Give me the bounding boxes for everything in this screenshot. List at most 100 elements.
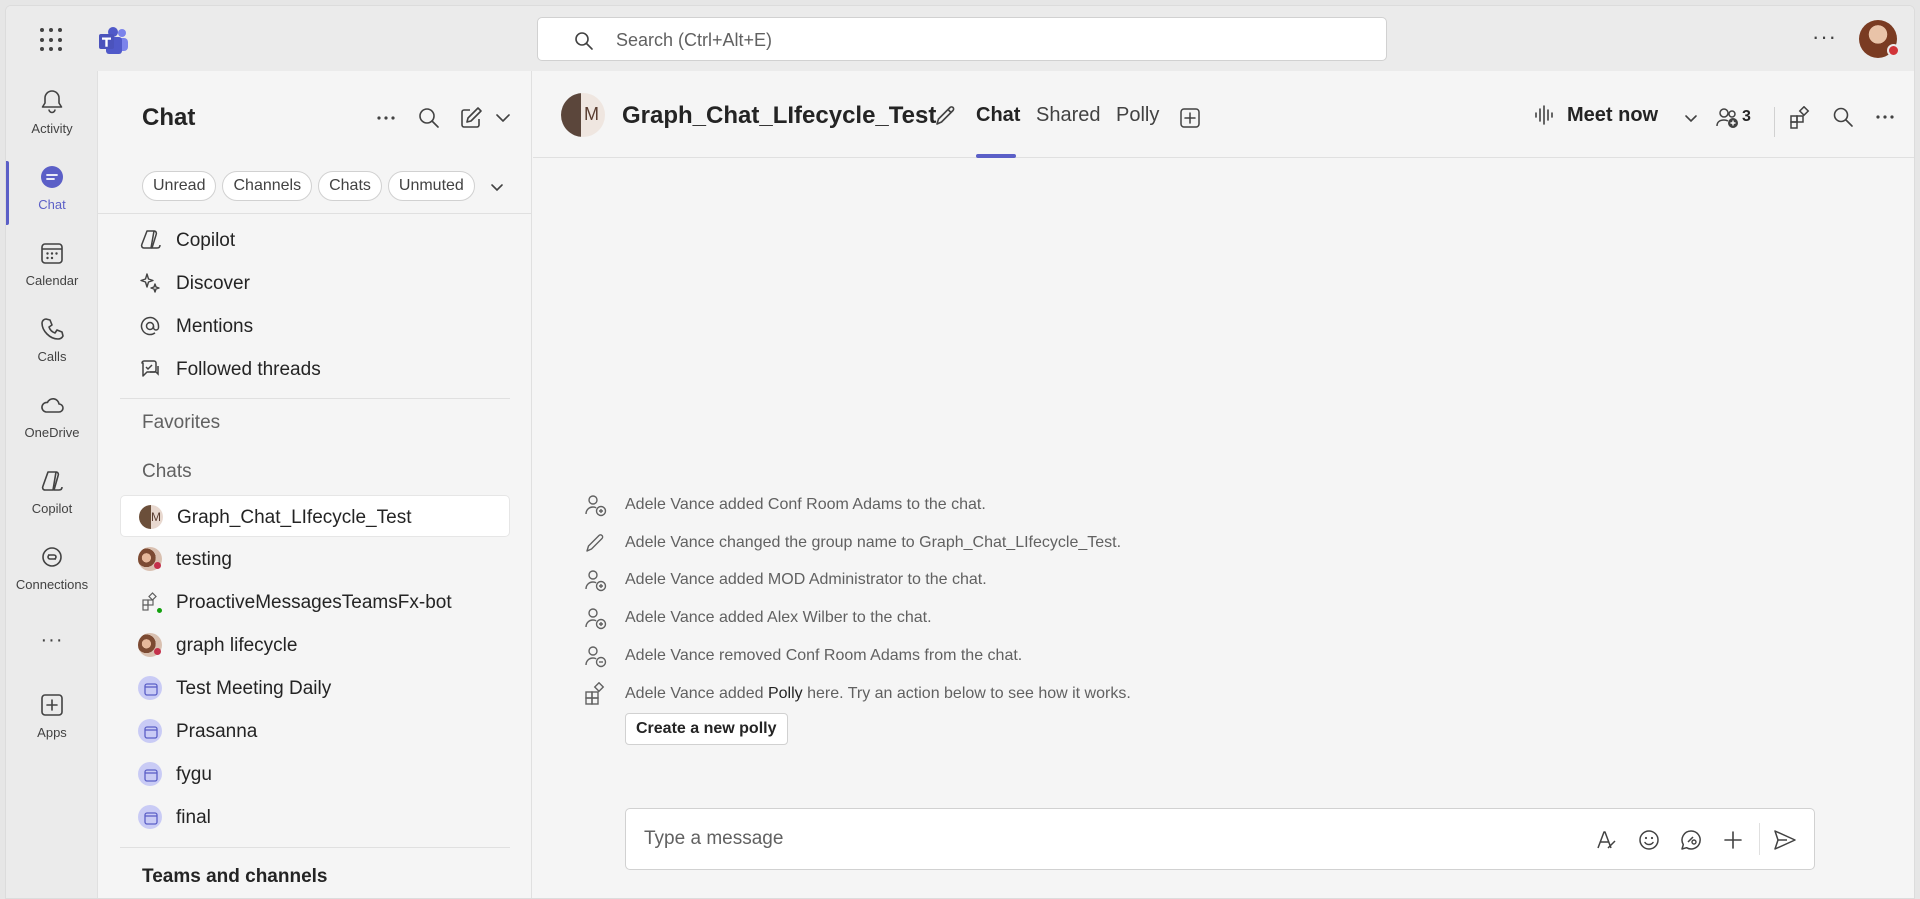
pinned-item-mentions[interactable]: Mentions xyxy=(120,305,510,347)
apps-icon[interactable] xyxy=(1788,106,1812,130)
add-icon[interactable] xyxy=(1721,828,1745,852)
chat-item-label: fygu xyxy=(176,764,212,785)
chat-item-graph-chat-lifecycle-test[interactable]: M Graph_Chat_LIfecycle_Test xyxy=(120,495,510,537)
pencil-icon[interactable] xyxy=(932,103,958,129)
meet-now-label: Meet now xyxy=(1567,103,1659,126)
rail-item-copilot[interactable]: Copilot xyxy=(6,467,98,537)
calendar-icon xyxy=(144,683,158,696)
chevron-down-icon[interactable] xyxy=(490,105,516,131)
polly-link[interactable]: Polly xyxy=(768,685,803,702)
cloud-icon xyxy=(41,398,64,413)
tab-shared[interactable]: Shared xyxy=(1036,104,1101,127)
pinned-item-label: Copilot xyxy=(176,230,236,251)
emoji-icon[interactable] xyxy=(1637,828,1661,852)
copilot-icon xyxy=(140,230,161,249)
event-text: Adele Vance added MOD Administrator to t… xyxy=(625,571,987,588)
chat-item-final[interactable]: final xyxy=(120,796,510,838)
teams-window: ··· Activity Chat Calendar Calls OneDriv… xyxy=(5,5,1915,899)
chat-list-title: Chat xyxy=(142,104,196,131)
search-icon[interactable] xyxy=(1832,106,1854,128)
loop-icon[interactable] xyxy=(1679,828,1703,852)
rail-label: Chat xyxy=(38,197,66,212)
active-tab-indicator xyxy=(976,154,1016,158)
chat-item-test-meeting-daily[interactable]: Test Meeting Daily xyxy=(120,667,510,709)
top-bar: ··· xyxy=(6,6,1914,71)
person-add-icon xyxy=(585,608,607,630)
rail-item-calls[interactable]: Calls xyxy=(6,315,98,385)
participant-count[interactable]: 3 xyxy=(1742,108,1751,126)
meet-now-button[interactable]: Meet now xyxy=(1533,97,1658,133)
pinned-item-copilot[interactable]: Copilot xyxy=(120,219,510,261)
calendar-icon xyxy=(144,812,158,825)
pinned-item-label: Discover xyxy=(176,273,250,294)
rail-item-chat[interactable]: Chat xyxy=(6,163,98,233)
meeting-avatar xyxy=(138,762,162,786)
filter-unread[interactable]: Unread xyxy=(142,171,217,201)
pinned-item-followed-threads[interactable]: Followed threads xyxy=(120,348,510,390)
message-composer[interactable] xyxy=(625,808,1815,870)
section-teams-and-channels[interactable]: Teams and channels xyxy=(142,866,328,888)
event-text: Adele Vance removed Conf Room Adams from… xyxy=(625,647,1023,664)
filter-chats[interactable]: Chats xyxy=(318,171,382,201)
chat-header-avatar[interactable]: M xyxy=(561,93,605,137)
rail-label: OneDrive xyxy=(24,425,80,440)
profile-avatar[interactable] xyxy=(1859,20,1900,58)
chat-item-testing[interactable]: testing xyxy=(120,538,510,580)
presence-busy-icon xyxy=(1887,44,1900,57)
tab-chat[interactable]: Chat xyxy=(976,104,1020,127)
rail-item-onedrive[interactable]: OneDrive xyxy=(6,391,98,461)
pencil-icon xyxy=(586,534,604,552)
chat-item-fygu[interactable]: fygu xyxy=(120,753,510,795)
format-icon[interactable] xyxy=(1594,828,1618,852)
more-apps-icon[interactable]: ··· xyxy=(6,629,98,659)
event-text: Adele Vance changed the group name to Gr… xyxy=(625,534,1122,551)
person-add-icon xyxy=(585,570,607,592)
filter-channels[interactable]: Channels xyxy=(222,171,313,201)
create-polly-button[interactable]: Create a new polly xyxy=(625,713,788,745)
chevron-down-icon[interactable] xyxy=(488,178,506,196)
divider xyxy=(120,847,510,848)
phone-icon xyxy=(41,318,64,340)
pinned-item-discover[interactable]: Discover xyxy=(120,262,510,304)
search-input[interactable] xyxy=(616,26,1316,54)
presence-available-icon xyxy=(155,606,164,615)
more-options-icon[interactable]: ··· xyxy=(1812,26,1837,48)
rail-item-calendar[interactable]: Calendar xyxy=(6,239,98,309)
event-text: Adele Vance added Polly here. Try an act… xyxy=(625,685,1131,702)
chat-item-graph-lifecycle[interactable]: graph lifecycle xyxy=(120,624,510,666)
event-text: Adele Vance added Conf Room Adams to the… xyxy=(625,496,986,513)
chat-avatar: M xyxy=(139,505,163,529)
message-input[interactable] xyxy=(644,825,1544,853)
pinned-item-label: Followed threads xyxy=(176,359,321,380)
chevron-down-icon[interactable] xyxy=(1682,109,1700,127)
more-options-icon[interactable] xyxy=(1874,106,1896,128)
chat-item-label: Prasanna xyxy=(176,721,258,742)
filter-unmuted[interactable]: Unmuted xyxy=(387,171,475,201)
add-tab-icon[interactable] xyxy=(1179,107,1201,129)
calendar-icon xyxy=(144,726,158,739)
section-favorites[interactable]: Favorites xyxy=(142,412,220,434)
calendar-icon xyxy=(41,243,63,264)
meeting-avatar xyxy=(138,805,162,829)
rail-item-apps[interactable]: Apps xyxy=(6,691,98,761)
rail-item-connections[interactable]: Connections xyxy=(6,543,98,613)
new-chat-icon[interactable] xyxy=(458,105,484,131)
apps-icon xyxy=(585,682,605,705)
section-chats[interactable]: Chats xyxy=(142,461,192,483)
rail-item-activity[interactable]: Activity xyxy=(6,87,98,157)
app-launcher-icon[interactable] xyxy=(40,28,64,52)
more-options-icon[interactable] xyxy=(373,105,399,131)
chat-item-proactive-bot[interactable]: ProactiveMessagesTeamsFx-bot xyxy=(120,581,510,623)
bot-avatar xyxy=(138,590,164,615)
divider xyxy=(98,213,532,214)
tab-polly[interactable]: Polly xyxy=(1116,104,1159,127)
meeting-avatar xyxy=(138,676,162,700)
people-add-icon[interactable] xyxy=(1715,106,1741,130)
search-icon xyxy=(575,32,593,50)
rail-label: Apps xyxy=(37,725,67,740)
pinned-item-label: Mentions xyxy=(176,316,254,337)
chat-item-prasanna[interactable]: Prasanna xyxy=(120,710,510,752)
search-box[interactable] xyxy=(537,17,1387,61)
search-icon[interactable] xyxy=(416,105,442,131)
send-icon[interactable] xyxy=(1772,828,1798,852)
